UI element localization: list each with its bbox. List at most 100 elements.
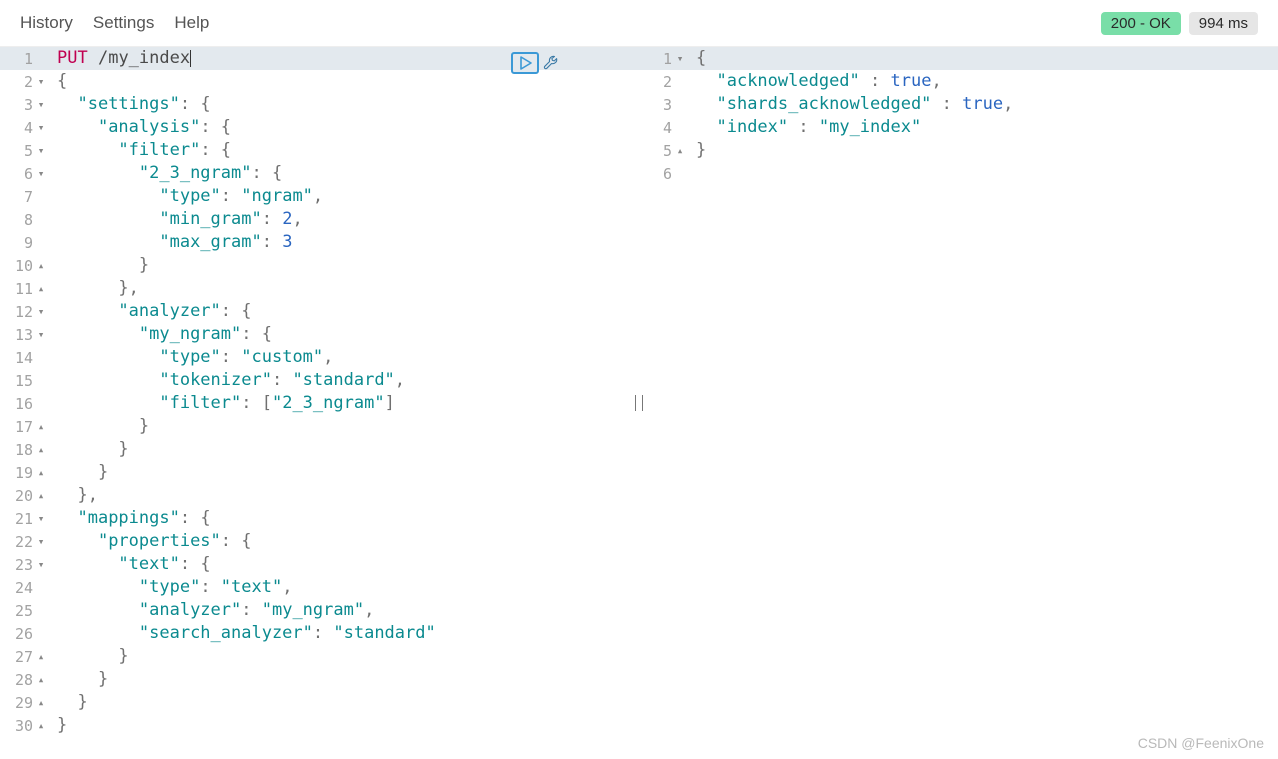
code-line[interactable]: "text": { bbox=[49, 553, 639, 576]
code-line[interactable] bbox=[688, 162, 1278, 185]
code-line[interactable]: "acknowledged" : true, bbox=[688, 70, 1278, 93]
fold-toggle-icon[interactable]: ▾ bbox=[37, 75, 45, 88]
code-line[interactable]: }, bbox=[49, 277, 639, 300]
fold-toggle-icon[interactable]: ▾ bbox=[37, 512, 45, 525]
code-line[interactable]: "analysis": { bbox=[49, 116, 639, 139]
token-punc bbox=[696, 94, 716, 114]
fold-toggle-icon[interactable]: ▾ bbox=[676, 52, 684, 65]
line-number: 11 bbox=[15, 280, 33, 298]
code-line[interactable]: "tokenizer": "standard", bbox=[49, 369, 639, 392]
code-line[interactable]: "type": "custom", bbox=[49, 346, 639, 369]
fold-toggle-icon[interactable]: ▾ bbox=[37, 98, 45, 111]
fold-toggle-icon[interactable]: ▾ bbox=[37, 535, 45, 548]
request-editor[interactable]: PUT /my_index{ "settings": { "analysis":… bbox=[49, 47, 639, 759]
fold-toggle-icon[interactable]: ▴ bbox=[37, 466, 45, 479]
code-line[interactable]: "settings": { bbox=[49, 93, 639, 116]
fold-toggle-icon[interactable]: ▴ bbox=[37, 650, 45, 663]
line-number: 3 bbox=[663, 96, 672, 114]
run-button[interactable] bbox=[511, 52, 539, 74]
code-line[interactable]: } bbox=[688, 139, 1278, 162]
token-punc: : bbox=[313, 623, 333, 643]
code-line[interactable]: "type": "text", bbox=[49, 576, 639, 599]
fold-toggle-icon[interactable]: ▾ bbox=[37, 167, 45, 180]
token-punc: , bbox=[282, 577, 292, 597]
code-line[interactable]: "type": "ngram", bbox=[49, 185, 639, 208]
token-key: "acknowledged" bbox=[716, 71, 859, 91]
gutter-line: 1 bbox=[0, 47, 49, 70]
code-line[interactable]: "index" : "my_index" bbox=[688, 116, 1278, 139]
code-line[interactable]: } bbox=[49, 714, 639, 737]
fold-toggle-icon[interactable]: ▴ bbox=[37, 719, 45, 732]
code-line[interactable]: "shards_acknowledged" : true, bbox=[688, 93, 1278, 116]
tools-button[interactable] bbox=[541, 52, 561, 74]
token-punc: }, bbox=[57, 485, 98, 505]
line-number: 4 bbox=[24, 119, 33, 137]
gutter-line: 8 bbox=[0, 208, 49, 231]
line-number: 3 bbox=[24, 96, 33, 114]
fold-toggle-icon[interactable]: ▴ bbox=[37, 259, 45, 272]
menu-help[interactable]: Help bbox=[174, 13, 209, 33]
code-line[interactable]: "2_3_ngram": { bbox=[49, 162, 639, 185]
fold-toggle-icon[interactable]: ▴ bbox=[37, 673, 45, 686]
gutter-right: 1▾2 3 4 5▴6 bbox=[639, 47, 688, 759]
token-key: "text" bbox=[118, 554, 179, 574]
code-line[interactable]: "mappings": { bbox=[49, 507, 639, 530]
fold-toggle-icon[interactable]: ▴ bbox=[37, 489, 45, 502]
token-str: "standard" bbox=[333, 623, 435, 643]
token-punc bbox=[57, 163, 139, 183]
token-key: "filter" bbox=[159, 393, 241, 413]
fold-toggle-icon[interactable]: ▾ bbox=[37, 558, 45, 571]
line-number: 2 bbox=[24, 73, 33, 91]
code-line[interactable]: { bbox=[688, 47, 1278, 70]
fold-toggle-icon[interactable]: ▴ bbox=[37, 420, 45, 433]
response-viewer[interactable]: { "acknowledged" : true, "shards_acknowl… bbox=[688, 47, 1278, 759]
code-line[interactable]: "analyzer": "my_ngram", bbox=[49, 599, 639, 622]
fold-toggle-icon[interactable]: ▾ bbox=[37, 144, 45, 157]
code-line[interactable]: } bbox=[49, 254, 639, 277]
menu-settings[interactable]: Settings bbox=[93, 13, 154, 33]
code-line[interactable]: }, bbox=[49, 484, 639, 507]
code-line[interactable]: } bbox=[49, 645, 639, 668]
gutter-line: 23▾ bbox=[0, 553, 49, 576]
code-line[interactable]: "properties": { bbox=[49, 530, 639, 553]
panel-divider[interactable] bbox=[635, 395, 643, 411]
code-line[interactable]: "filter": ["2_3_ngram"] bbox=[49, 392, 639, 415]
token-punc: , bbox=[323, 347, 333, 367]
fold-toggle-icon[interactable]: ▴ bbox=[37, 443, 45, 456]
code-line[interactable]: } bbox=[49, 668, 639, 691]
menu-history[interactable]: History bbox=[20, 13, 73, 33]
token-punc bbox=[57, 232, 159, 252]
code-line[interactable]: } bbox=[49, 691, 639, 714]
code-line[interactable]: "max_gram": 3 bbox=[49, 231, 639, 254]
line-number: 10 bbox=[15, 257, 33, 275]
code-line[interactable]: "min_gram": 2, bbox=[49, 208, 639, 231]
token-punc: : bbox=[262, 209, 282, 229]
fold-toggle-icon[interactable]: ▴ bbox=[37, 696, 45, 709]
fold-toggle-icon[interactable]: ▾ bbox=[37, 121, 45, 134]
line-number: 17 bbox=[15, 418, 33, 436]
line-number: 8 bbox=[24, 211, 33, 229]
fold-toggle-icon[interactable]: ▾ bbox=[37, 305, 45, 318]
gutter-line: 9 bbox=[0, 231, 49, 254]
fold-toggle-icon[interactable]: ▾ bbox=[37, 328, 45, 341]
code-line[interactable]: } bbox=[49, 438, 639, 461]
code-line[interactable]: "filter": { bbox=[49, 139, 639, 162]
fold-toggle-icon[interactable]: ▴ bbox=[676, 144, 684, 157]
token-str: "custom" bbox=[241, 347, 323, 367]
token-punc: : [ bbox=[241, 393, 272, 413]
token-str: "my_ngram" bbox=[262, 600, 364, 620]
fold-toggle-icon[interactable]: ▴ bbox=[37, 282, 45, 295]
token-punc bbox=[57, 347, 159, 367]
code-line[interactable]: "search_analyzer": "standard" bbox=[49, 622, 639, 645]
token-num: 2 bbox=[282, 209, 292, 229]
code-line[interactable]: "analyzer": { bbox=[49, 300, 639, 323]
code-line[interactable]: } bbox=[49, 415, 639, 438]
line-number: 20 bbox=[15, 487, 33, 505]
response-panel: 1▾2 3 4 5▴6 { "acknowledged" : true, "sh… bbox=[639, 47, 1278, 759]
line-number: 26 bbox=[15, 625, 33, 643]
gutter-line: 18▴ bbox=[0, 438, 49, 461]
code-line[interactable]: "my_ngram": { bbox=[49, 323, 639, 346]
code-line[interactable]: } bbox=[49, 461, 639, 484]
token-key: "filter" bbox=[118, 140, 200, 160]
gutter-line: 27▴ bbox=[0, 645, 49, 668]
